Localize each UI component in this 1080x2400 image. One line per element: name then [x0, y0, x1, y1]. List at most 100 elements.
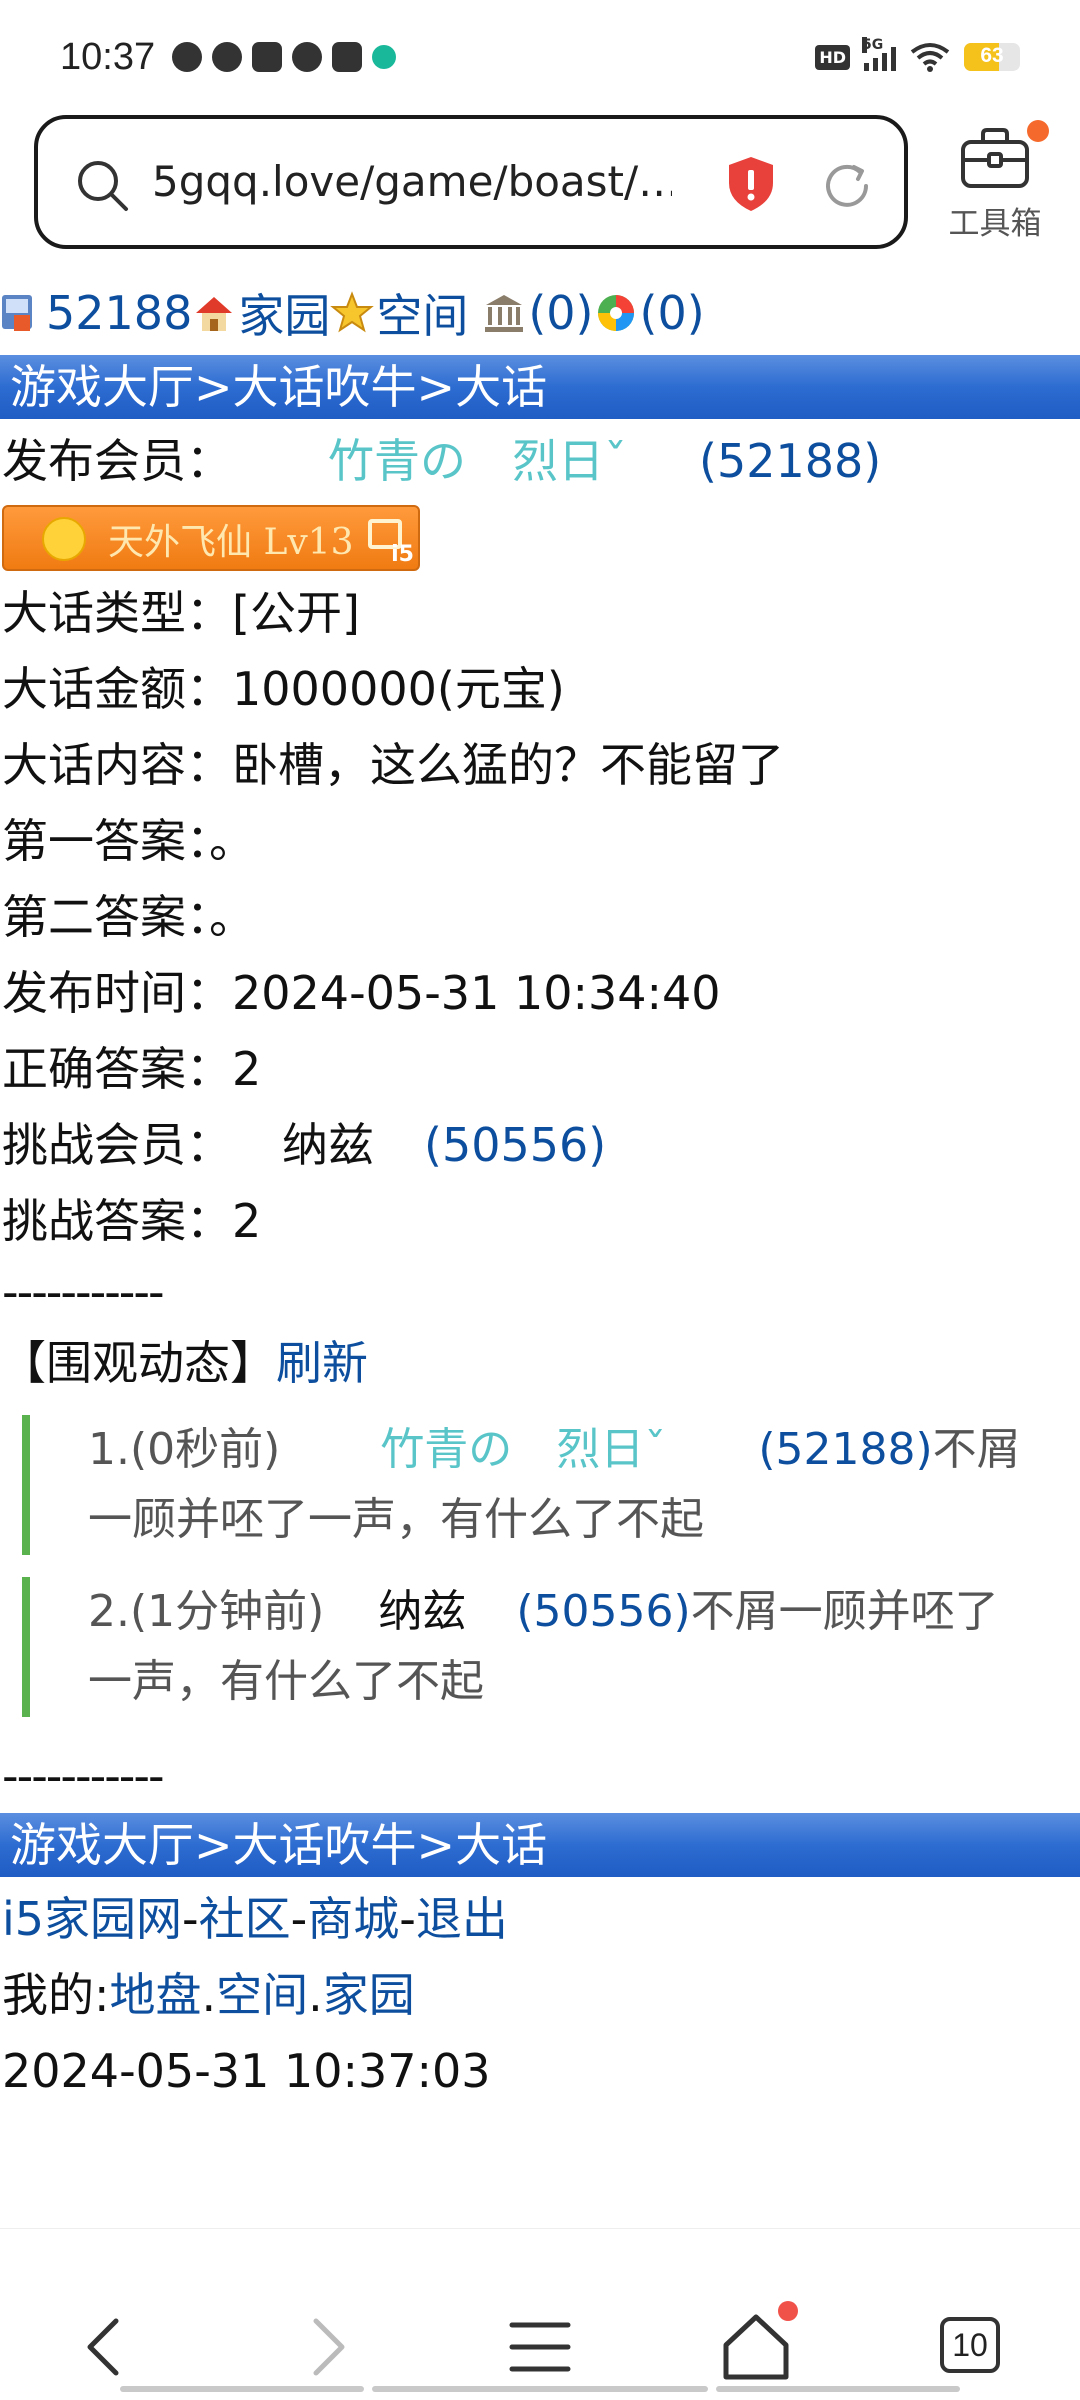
toolbox-label: 工具箱	[948, 206, 1042, 242]
challenge-answer-value: 2	[232, 1194, 262, 1248]
watch-item-prefix: 1.(0秒前)	[88, 1424, 281, 1475]
star-icon	[330, 291, 375, 333]
status-bar: 10:37 HD 5G 63	[0, 0, 1080, 110]
type-label: 大话类型：	[2, 586, 232, 640]
separator: -	[182, 1892, 199, 1946]
answer2-label: 第二答案：	[2, 890, 209, 944]
video-icon	[332, 42, 362, 72]
my-home-link[interactable]: 家园	[323, 1968, 415, 2022]
hd-icon: HD	[815, 44, 850, 70]
divider: -----------	[2, 1265, 165, 1319]
signal-icon: 5G	[862, 37, 896, 71]
status-time: 10:37	[60, 36, 156, 78]
watch-item-name[interactable]: 竹青の 烈日ˇ	[380, 1424, 666, 1475]
watch-item-name[interactable]: 纳兹	[378, 1586, 466, 1637]
wifi-icon	[910, 43, 950, 72]
menu-icon[interactable]	[500, 2307, 580, 2387]
notification-icons	[172, 42, 396, 72]
gesture-bar	[716, 2386, 960, 2392]
wheel-link[interactable]: (0)	[640, 286, 705, 340]
user-id-link[interactable]: 52188	[46, 286, 192, 340]
type-row: 大话类型：[公开]	[0, 575, 1080, 651]
my-space-link[interactable]: 空间	[216, 1968, 308, 2022]
mailbox-icon	[2, 295, 32, 331]
answer2-row: 第二答案：。	[0, 879, 1080, 955]
fire-icon	[172, 42, 202, 72]
top-links: 52188 家园 空间 (0) (0)	[0, 275, 1080, 351]
battery-level: 63	[980, 44, 1004, 67]
bank-icon	[485, 295, 524, 332]
separator: .	[308, 1968, 323, 2022]
bottom-nav: 10	[0, 2228, 1080, 2400]
gesture-bar	[120, 2386, 364, 2392]
level-badge: 天外飞仙 Lv13 i5	[2, 505, 420, 571]
publisher-row: 发布会员： 竹青の 烈日ˇ (52188)	[0, 423, 1080, 499]
toolbox-icon	[959, 120, 1049, 190]
watch-item-prefix: 2.(1分钟前)	[88, 1586, 325, 1637]
footer-timestamp: 2024-05-31 10:37:03	[2, 2044, 491, 2098]
notification-dot	[1027, 120, 1049, 142]
answer1-value: 。	[209, 814, 255, 868]
publish-time-value: 2024-05-31 10:34:40	[232, 966, 721, 1020]
correct-answer-row: 正确答案：2	[0, 1031, 1080, 1107]
url-text[interactable]: 5gqq.love/game/boast/…	[152, 157, 672, 206]
shield-icon[interactable]	[726, 155, 776, 213]
smiley-icon	[42, 517, 86, 561]
separator: -	[290, 1892, 308, 1946]
publisher-label: 发布会员：	[2, 434, 232, 488]
publisher-id[interactable]: (52188)	[699, 434, 881, 488]
forward-icon[interactable]	[284, 2307, 364, 2387]
watch-item: 2.(1分钟前) 纳兹 (50556)不屑一顾并呸了一声，有什么了不起	[22, 1577, 1040, 1717]
territory-link[interactable]: 地盘	[110, 1968, 202, 2022]
home-link[interactable]: 家园	[238, 280, 330, 346]
correct-answer-label: 正确答案：	[2, 1042, 232, 1096]
watch-item: 1.(0秒前) 竹青の 烈日ˇ (52188)不屑一顾并呸了一声，有什么了不起	[22, 1415, 1040, 1555]
amount-label: 大话金额：	[2, 662, 232, 716]
answer1-label: 第一答案：	[2, 814, 209, 868]
back-icon[interactable]	[68, 2307, 148, 2387]
status-right: HD 5G 63	[815, 37, 1020, 72]
challenger-id[interactable]: (50556)	[424, 1118, 606, 1172]
mine-links: 我的:地盘.空间.家园	[0, 1957, 1080, 2033]
watch-item-id[interactable]: (50556)	[516, 1586, 690, 1637]
content-label: 大话内容：	[2, 738, 232, 792]
answer1-row: 第一答案：。	[0, 803, 1080, 879]
separator: -	[399, 1892, 416, 1946]
watch-item-id[interactable]: (52188)	[758, 1424, 932, 1475]
page-content: 52188 家园 空间 (0) (0) 游戏大厅>大话吹牛>大话 发布会员： 竹…	[0, 275, 1080, 2109]
publish-time-row: 发布时间：2024-05-31 10:34:40	[0, 955, 1080, 1031]
amount-value: 1000000(元宝)	[232, 662, 565, 716]
breadcrumb-bottom[interactable]: 游戏大厅>大话吹牛>大话	[0, 1813, 1080, 1877]
mine-label: 我的:	[2, 1968, 110, 2022]
reload-icon[interactable]	[820, 159, 874, 213]
type-value: [公开]	[232, 586, 360, 640]
answer2-value: 。	[209, 890, 255, 944]
correct-answer-value: 2	[232, 1042, 262, 1096]
space-link[interactable]: 空间	[376, 280, 468, 346]
logout-link[interactable]: 退出	[416, 1892, 508, 1946]
separator: .	[201, 1968, 217, 2022]
address-bar[interactable]: 5gqq.love/game/boast/…	[34, 115, 908, 249]
toolbox-button[interactable]: 工具箱	[940, 120, 1050, 250]
challenger-name[interactable]: 纳兹	[282, 1118, 374, 1172]
home-icon	[196, 297, 233, 331]
site-link[interactable]: i5家园网	[2, 1892, 182, 1946]
badge-text: 天外飞仙 Lv13	[108, 522, 354, 563]
challenger-row: 挑战会员： 纳兹 (50556)	[0, 1107, 1080, 1183]
breadcrumb[interactable]: 游戏大厅>大话吹牛>大话	[0, 355, 1080, 419]
tabs-button[interactable]: 10	[940, 2317, 1000, 2373]
badge-logo: i5	[391, 542, 414, 567]
amount-row: 大话金额：1000000(元宝)	[0, 651, 1080, 727]
bank-link[interactable]: (0)	[528, 286, 593, 340]
publish-time-label: 发布时间：	[2, 966, 232, 1020]
app-icon	[252, 42, 282, 72]
community-link[interactable]: 社区	[199, 1892, 291, 1946]
network-label: 5G	[862, 37, 884, 53]
publisher-name[interactable]: 竹青の 烈日ˇ	[328, 434, 627, 488]
refresh-link[interactable]: 刷新	[276, 1336, 368, 1390]
divider: -----------	[2, 1749, 165, 1803]
weibo-icon	[292, 42, 322, 72]
mall-link[interactable]: 商城	[307, 1892, 399, 1946]
watch-header: 【围观动态】刷新	[0, 1325, 1080, 1401]
wheel-icon	[597, 295, 634, 331]
